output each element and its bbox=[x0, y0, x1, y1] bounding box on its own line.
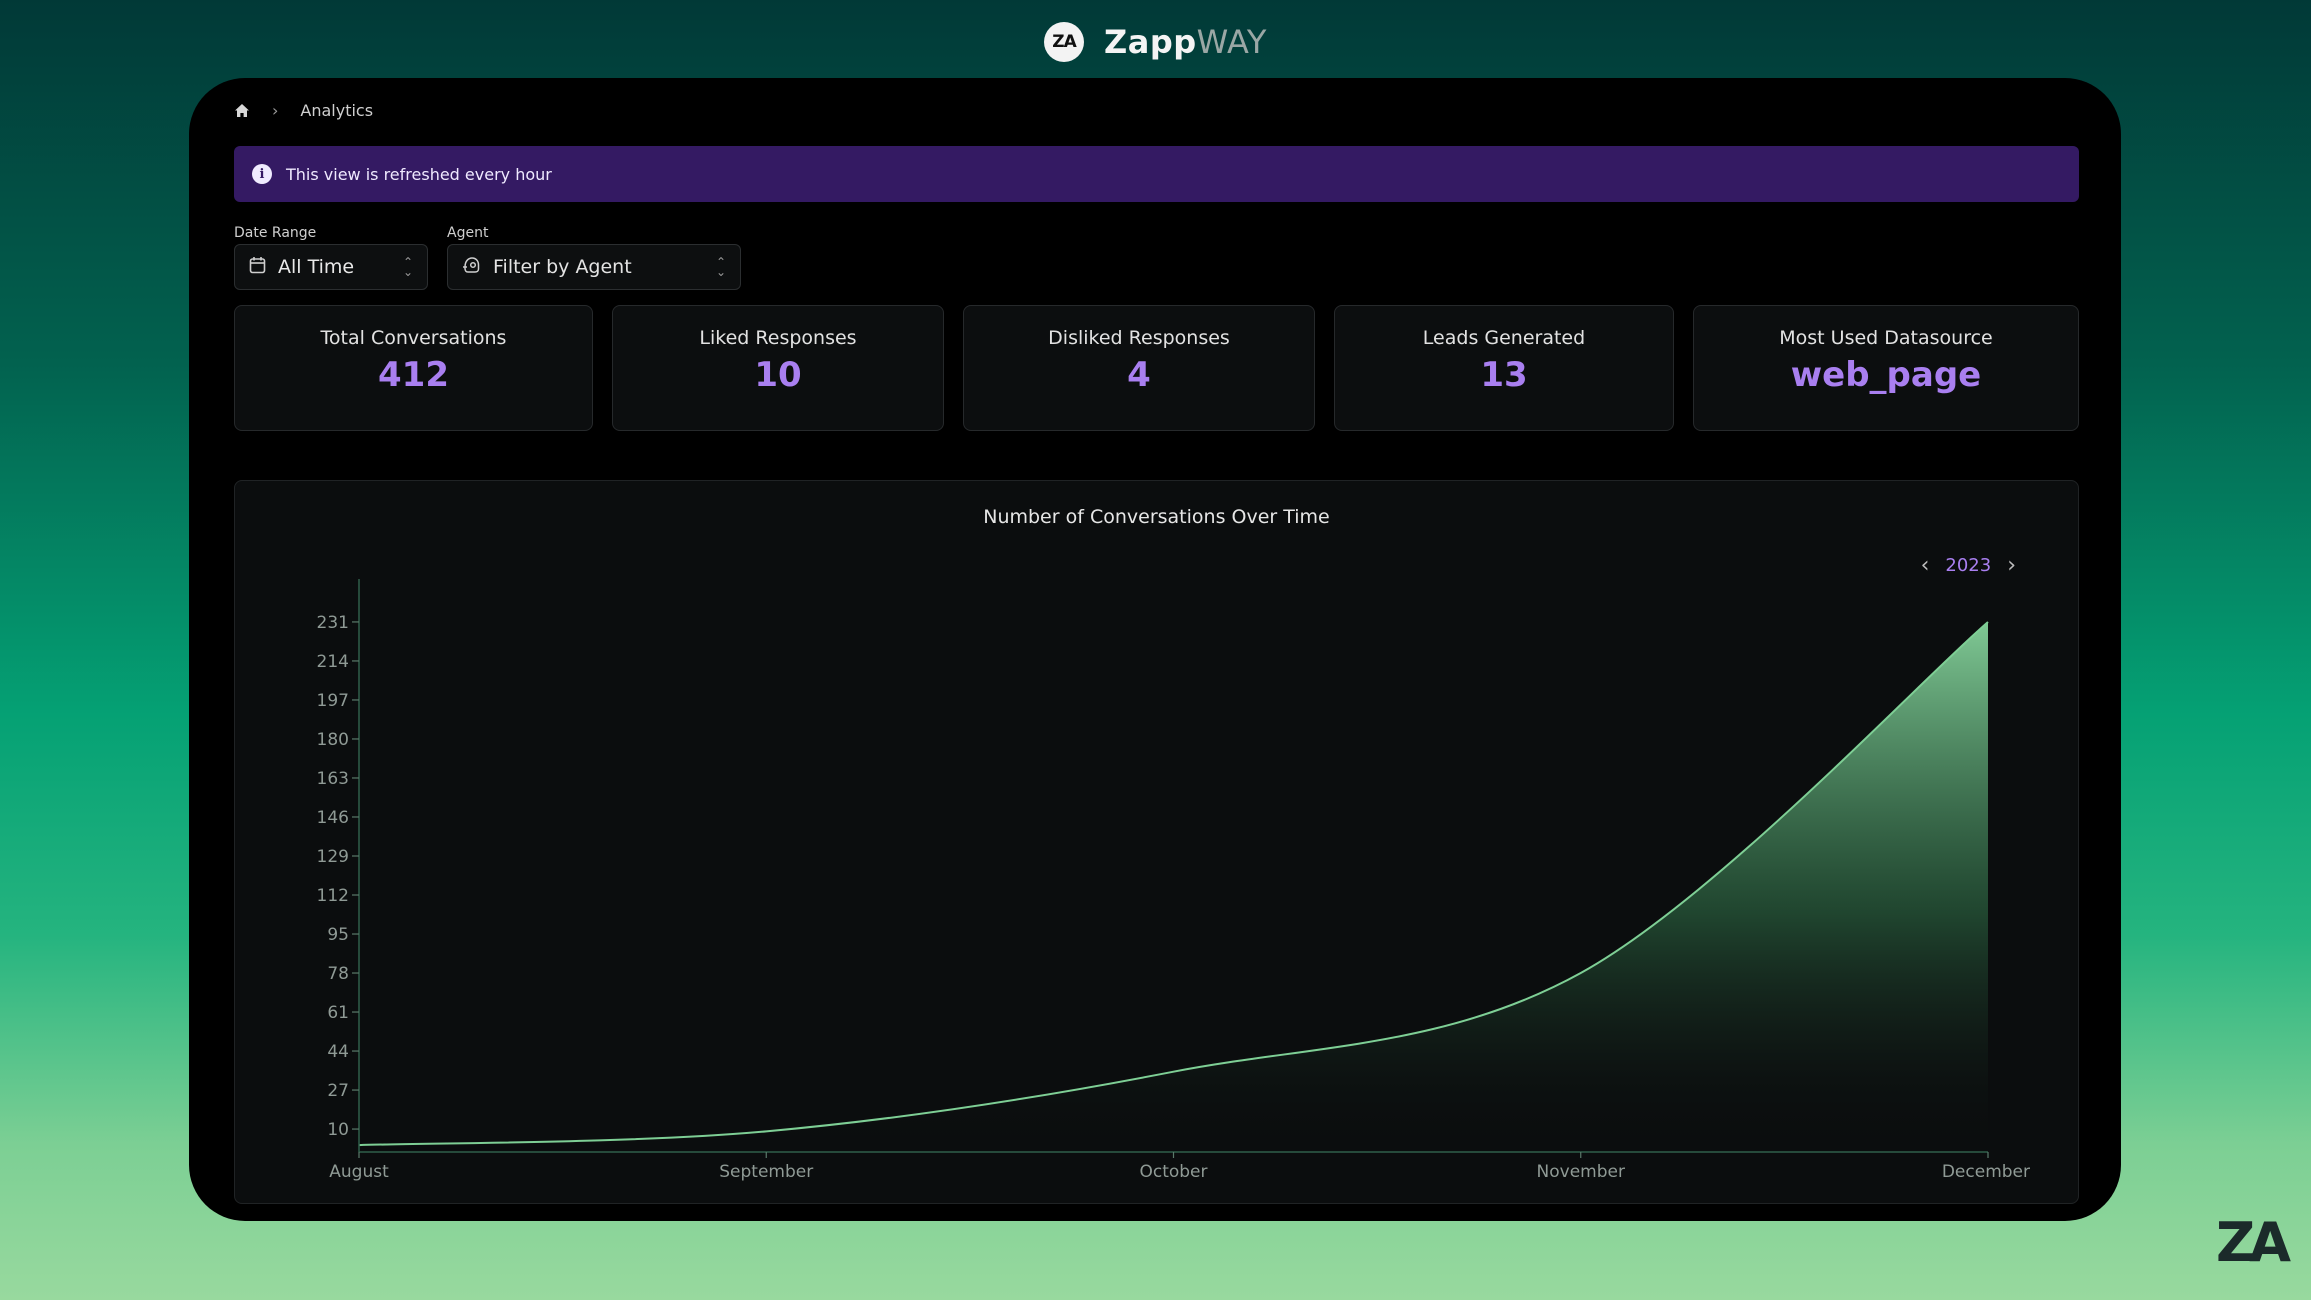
brand-header: ZA ZappWAY bbox=[0, 22, 2311, 62]
y-tick-label: 61 bbox=[327, 1003, 349, 1023]
stat-card-total-conversations: Total Conversations 412 bbox=[234, 305, 593, 431]
x-tick-label: November bbox=[1537, 1162, 1625, 1182]
chevron-updown-icon: ⌃ ⌄ bbox=[402, 255, 413, 279]
agent-placeholder: Filter by Agent bbox=[493, 256, 632, 278]
corner-logo: ZA bbox=[2216, 1211, 2291, 1274]
breadcrumb-current: Analytics bbox=[300, 101, 374, 120]
stat-card-leads-generated: Leads Generated 13 bbox=[1334, 305, 1674, 431]
y-tick-label: 10 bbox=[327, 1120, 349, 1140]
stat-label: Most Used Datasource bbox=[1779, 327, 1993, 349]
date-range-label: Date Range bbox=[234, 225, 317, 241]
home-icon[interactable] bbox=[234, 103, 250, 118]
refresh-info-banner: i This view is refreshed every hour bbox=[234, 146, 2079, 202]
chevron-updown-icon: ⌃ ⌄ bbox=[715, 255, 726, 279]
y-tick-label: 27 bbox=[327, 1081, 349, 1101]
stat-label: Liked Responses bbox=[699, 327, 857, 349]
stat-value: 13 bbox=[1480, 355, 1528, 395]
y-tick-label: 129 bbox=[317, 847, 349, 867]
stat-value: 4 bbox=[1127, 355, 1151, 395]
brand-logo: ZA bbox=[1044, 22, 1085, 62]
stat-card-disliked-responses: Disliked Responses 4 bbox=[963, 305, 1315, 431]
stat-label: Total Conversations bbox=[320, 327, 507, 349]
conversations-area-chart: 10 27 44 61 78 95 112 129 146 163 180 197 214 231 Augu… bbox=[317, 579, 2030, 1182]
breadcrumb: › Analytics bbox=[234, 101, 373, 120]
analytics-screen: › Analytics i This view is refreshed eve… bbox=[234, 78, 2079, 1221]
y-tick-label: 231 bbox=[317, 613, 349, 633]
stat-label: Disliked Responses bbox=[1048, 327, 1230, 349]
y-tick-label: 197 bbox=[317, 691, 349, 711]
stat-card-most-used-datasource: Most Used Datasource web_page bbox=[1693, 305, 2079, 431]
banner-message: This view is refreshed every hour bbox=[286, 164, 552, 184]
x-tick-label: August bbox=[329, 1162, 389, 1182]
x-tick-label: September bbox=[719, 1162, 813, 1182]
x-tick-label: October bbox=[1139, 1162, 1207, 1182]
stat-value: 412 bbox=[378, 355, 449, 395]
brand-name-main: Zapp bbox=[1104, 23, 1197, 61]
device-frame: › Analytics i This view is refreshed eve… bbox=[189, 78, 2121, 1221]
stat-label: Leads Generated bbox=[1422, 327, 1586, 349]
y-tick-label: 146 bbox=[317, 808, 349, 828]
stat-value: 10 bbox=[754, 355, 802, 395]
date-range-select[interactable]: All Time ⌃ ⌄ bbox=[234, 244, 428, 290]
agent-select[interactable]: Filter by Agent ⌃ ⌄ bbox=[447, 244, 741, 290]
stat-value: web_page bbox=[1790, 355, 1982, 395]
y-tick-label: 44 bbox=[327, 1042, 349, 1062]
agent-icon bbox=[462, 256, 481, 279]
x-tick-label: December bbox=[1942, 1162, 2030, 1182]
calendar-icon bbox=[249, 256, 266, 279]
y-tick-label: 180 bbox=[317, 730, 349, 750]
brand-name: ZappWAY bbox=[1104, 23, 1267, 61]
brand-name-dim: WAY bbox=[1196, 23, 1267, 61]
y-tick-label: 163 bbox=[317, 769, 349, 789]
y-tick-label: 95 bbox=[327, 925, 349, 945]
stat-card-liked-responses: Liked Responses 10 bbox=[612, 305, 944, 431]
corner-logo-text: ZA bbox=[2216, 1211, 2291, 1274]
agent-label: Agent bbox=[447, 225, 489, 241]
info-icon: i bbox=[252, 164, 272, 184]
conversations-chart-card: Number of Conversations Over Time ‹ 2023… bbox=[234, 480, 2079, 1204]
chevron-right-icon: › bbox=[272, 101, 279, 120]
y-tick-label: 214 bbox=[317, 652, 349, 672]
y-tick-label: 78 bbox=[327, 964, 349, 984]
date-range-value: All Time bbox=[278, 256, 355, 278]
y-tick-label: 112 bbox=[317, 886, 349, 906]
